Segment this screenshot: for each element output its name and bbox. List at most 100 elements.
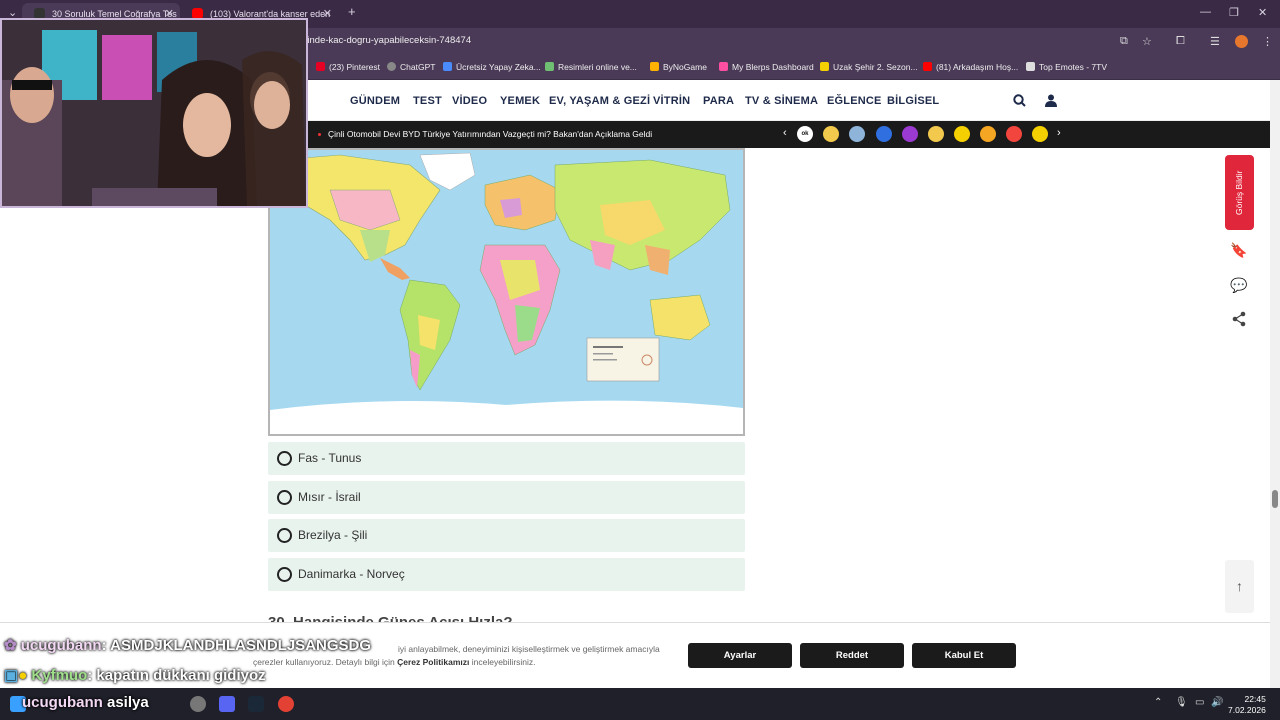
world-map-graphic <box>270 150 743 434</box>
menu-dots-icon[interactable]: ⋮ <box>1262 35 1273 48</box>
ticker-headline[interactable]: Çinli Otomobil Devi BYD Türkiye Yatırımı… <box>328 129 652 139</box>
chevron-left-icon[interactable]: ‹ <box>783 127 787 139</box>
volume-icon[interactable]: 🔊 <box>1211 697 1223 708</box>
new-tab-button[interactable]: + <box>348 4 356 19</box>
radio-button[interactable] <box>277 490 292 505</box>
microphone-icon[interactable]: 🎙 <box>1175 697 1188 708</box>
nav-tv-sinema[interactable]: TV & SİNEMA <box>745 95 818 107</box>
chat-badge-icon: ● <box>18 667 28 684</box>
extensions-icon[interactable]: ⧠ <box>1176 35 1185 48</box>
profile-avatar[interactable] <box>1235 35 1248 48</box>
page-scrollbar[interactable] <box>1270 80 1280 688</box>
discord-icon[interactable] <box>219 696 235 712</box>
bookmark-images[interactable]: Resimleri online ve... <box>545 62 637 72</box>
chatgpt-icon <box>387 62 396 71</box>
radio-button[interactable] <box>277 567 292 582</box>
bookmark-uzak-sehir[interactable]: Uzak Şehir 2. Sezon... <box>820 62 918 72</box>
chat-badge-icon: ▣ <box>4 667 19 684</box>
comments-icon[interactable]: 💬 <box>1229 275 1249 295</box>
chip-category[interactable] <box>823 126 839 142</box>
bookmark-youtube[interactable]: (81) Arkadaşım Hoş... <box>923 62 1018 72</box>
install-app-icon[interactable]: ⧉ <box>1120 35 1128 48</box>
nav-para[interactable]: PARA <box>703 95 734 107</box>
option-label: Fas - Tunus <box>298 451 362 465</box>
chat-text: : kapatın dükkanı gidiyoz <box>87 667 266 684</box>
bookmark-bynogame[interactable]: ByNoGame <box>650 62 707 72</box>
cookie-settings-button[interactable]: Ayarlar <box>688 643 792 668</box>
clock-date: 7.02.2026 <box>1228 705 1266 715</box>
tray-chevron-icon[interactable]: ⌃ <box>1154 697 1162 708</box>
chip-category[interactable] <box>1032 126 1048 142</box>
nav-yemek[interactable]: YEMEK <box>500 95 540 107</box>
bookmark-blerps[interactable]: My Blerps Dashboard <box>719 62 814 72</box>
tv-icon <box>820 62 829 71</box>
bookmark-star-icon[interactable]: ☆ <box>1142 35 1152 48</box>
bookmark-chatgpt[interactable]: ChatGPT <box>387 62 435 72</box>
search-icon[interactable] <box>1013 94 1026 107</box>
restore-icon[interactable]: ❐ <box>1229 6 1239 19</box>
windows-taskbar: ucugubann asilya ⌃ 🎙 ▭ 🔊 22:45 7.02.2026 <box>0 688 1280 720</box>
chat-username: Kyfmuo <box>31 667 88 684</box>
chat-message: ✿ ucugubann: ASMDJKLANDHLASNDLJSANGSDG <box>4 636 371 654</box>
radio-button[interactable] <box>277 528 292 543</box>
chip-category[interactable] <box>1006 126 1022 142</box>
chat-username: ucugubann <box>20 637 102 654</box>
bookmark-7tv[interactable]: Top Emotes - 7TV <box>1026 62 1107 72</box>
nav-ev-yasam[interactable]: EV, YAŞAM & GEZİ <box>549 95 650 107</box>
network-icon[interactable]: ▭ <box>1195 697 1204 708</box>
ticker-bullet <box>318 133 321 136</box>
user-icon[interactable] <box>1045 94 1057 107</box>
nav-gundem[interactable]: GÜNDEM <box>350 95 400 107</box>
nav-bilgisel[interactable]: BİLGİSEL <box>887 95 939 107</box>
answer-option-2[interactable]: Mısır - İsrail <box>268 481 745 514</box>
chrome-icon[interactable] <box>278 696 294 712</box>
steam-icon[interactable] <box>248 696 264 712</box>
nav-eglence[interactable]: EĞLENCE <box>827 95 882 107</box>
blerp-icon <box>719 62 728 71</box>
option-label: Brezilya - Şili <box>298 528 368 542</box>
bookmark-ai[interactable]: Ücretsiz Yapay Zeka... <box>443 62 541 72</box>
answer-option-3[interactable]: Brezilya - Şili <box>268 519 745 552</box>
pinterest-icon <box>316 62 325 71</box>
nav-vitrin[interactable]: VİTRİN <box>653 95 690 107</box>
answer-option-4[interactable]: Danimarka - Norveç <box>268 558 745 591</box>
share-icon[interactable] <box>1229 309 1249 329</box>
answer-option-1[interactable]: Fas - Tunus <box>268 442 745 475</box>
radio-button[interactable] <box>277 451 292 466</box>
chip-category[interactable] <box>980 126 996 142</box>
taskbar-clock[interactable]: 22:45 7.02.2026 <box>1228 694 1266 716</box>
scroll-to-top-button[interactable]: ↑ <box>1225 560 1254 613</box>
chip-category[interactable] <box>954 126 970 142</box>
app-icon[interactable] <box>190 696 206 712</box>
reading-list-icon[interactable]: ☰ <box>1210 35 1220 48</box>
chat-text: : ASMDJKLANDHLASNDLJSANGSDG <box>101 637 372 654</box>
streamer-name-overlay: ucugubann asilya <box>22 694 149 711</box>
chip-category[interactable] <box>876 126 892 142</box>
bynogame-icon <box>650 62 659 71</box>
close-tab-icon[interactable]: ✕ <box>323 3 332 25</box>
option-label: Danimarka - Norveç <box>298 567 405 581</box>
chevron-right-icon[interactable]: › <box>1057 127 1061 139</box>
chip-category[interactable] <box>849 126 865 142</box>
bookmark-add-icon[interactable]: 🔖 <box>1229 240 1249 260</box>
nav-test[interactable]: TEST <box>413 95 442 107</box>
nav-video[interactable]: VİDEO <box>452 95 487 107</box>
chip-ok[interactable]: ok <box>797 126 813 142</box>
bookmark-pinterest[interactable]: (23) Pinterest <box>316 62 380 72</box>
cookie-reject-button[interactable]: Reddet <box>800 643 904 668</box>
world-map-image <box>268 148 745 436</box>
minimize-icon[interactable]: — <box>1200 6 1211 18</box>
cookie-accept-button[interactable]: Kabul Et <box>912 643 1016 668</box>
chip-category[interactable] <box>928 126 944 142</box>
feedback-button[interactable]: Görüş Bildir <box>1225 155 1254 230</box>
chat-badge-icon: ✿ <box>4 637 17 654</box>
gem-icon <box>443 62 452 71</box>
youtube-icon <box>923 62 932 71</box>
chip-category[interactable] <box>902 126 918 142</box>
next-question-title: 30. Hangisinde Güneş Açısı Hızla? <box>268 614 513 622</box>
cookie-policy-link[interactable]: Çerez Politikamızı <box>397 657 469 667</box>
close-window-icon[interactable]: ✕ <box>1258 6 1267 19</box>
7tv-icon <box>1026 62 1035 71</box>
scrollbar-thumb[interactable] <box>1272 490 1278 508</box>
url-field[interactable]: stinde-kac-dogru-yapabileceksin-748474 <box>300 35 471 46</box>
